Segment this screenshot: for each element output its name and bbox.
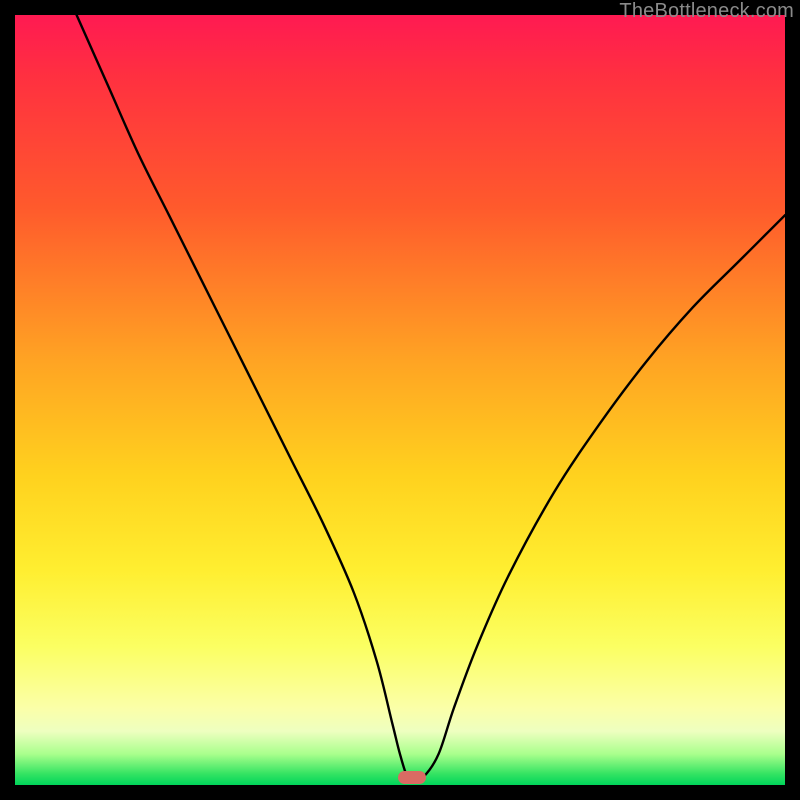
- chart-stage: TheBottleneck.com: [0, 0, 800, 800]
- watermark-text: TheBottleneck.com: [619, 0, 794, 23]
- optimum-marker: [398, 771, 426, 784]
- bottleneck-curve: [15, 15, 785, 785]
- curve-path: [77, 15, 785, 779]
- plot-area: [15, 15, 785, 785]
